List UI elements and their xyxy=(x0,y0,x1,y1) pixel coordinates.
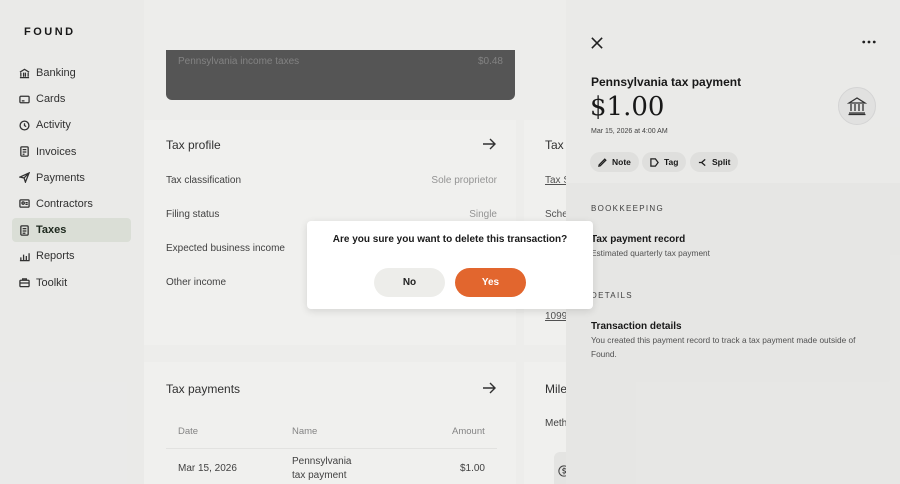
delete-confirm-dialog: Are you sure you want to delete this tra… xyxy=(307,221,593,309)
no-button[interactable]: No xyxy=(374,268,445,297)
yes-button[interactable]: Yes xyxy=(455,268,526,297)
dialog-message: Are you sure you want to delete this tra… xyxy=(332,234,568,245)
